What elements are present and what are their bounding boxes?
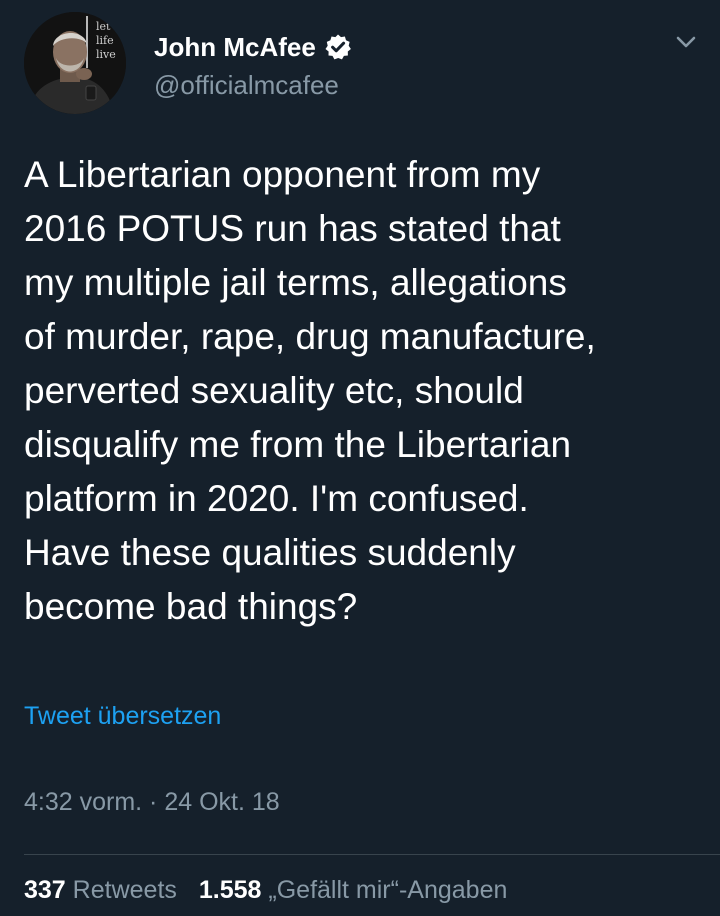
verified-badge-icon <box>324 33 352 61</box>
retweets-stat[interactable]: 337 Retweets <box>24 876 177 904</box>
retweets-label: Retweets <box>72 876 177 904</box>
translate-tweet-link[interactable]: Tweet übersetzen <box>24 702 221 731</box>
tweet-text: A Libertarian opponent from my 2016 POTU… <box>24 148 714 634</box>
likes-label: „Gefällt mir“-Angaben <box>268 876 508 904</box>
tweet-stats: 337 Retweets 1.558 „Gefällt mir“-Angaben <box>24 876 507 905</box>
likes-count: 1.558 <box>198 876 262 904</box>
avatar-caption-line: life <box>96 34 114 47</box>
tweet: let life live John McAfee @officialmcafe… <box>0 0 720 916</box>
tweet-text-line: A Libertarian opponent from my <box>24 154 541 195</box>
chevron-down-icon[interactable] <box>668 30 704 54</box>
avatar-caption-line: live <box>96 48 116 61</box>
avatar[interactable]: let life live <box>24 12 126 114</box>
tweet-text-line: perverted sexuality etc, should <box>24 370 524 411</box>
divider <box>24 854 720 855</box>
tweet-text-line: disqualify me from the Libertarian <box>24 424 572 465</box>
avatar-caption: let life live <box>96 20 116 62</box>
user-handle[interactable]: @officialmcafee <box>154 70 339 101</box>
tweet-text-line: become bad things? <box>24 586 358 627</box>
tweet-text-line: of murder, rape, drug manufacture, <box>24 316 596 357</box>
likes-stat[interactable]: 1.558 „Gefällt mir“-Angaben <box>199 876 508 904</box>
avatar-caption-line: let <box>96 20 111 33</box>
tweet-text-line: 2016 POTUS run has stated that <box>24 208 561 249</box>
tweet-text-line: Have these qualities suddenly <box>24 532 516 573</box>
author-name-row[interactable]: John McAfee <box>154 30 352 64</box>
tweet-text-line: platform in 2020. I'm confused. <box>24 478 529 519</box>
retweets-count: 337 <box>24 876 66 904</box>
tweet-timestamp: 4:32 vorm. · 24 Okt. 18 <box>24 788 280 816</box>
display-name[interactable]: John McAfee <box>154 32 316 63</box>
tweet-text-line: my multiple jail terms, allegations <box>24 262 567 303</box>
